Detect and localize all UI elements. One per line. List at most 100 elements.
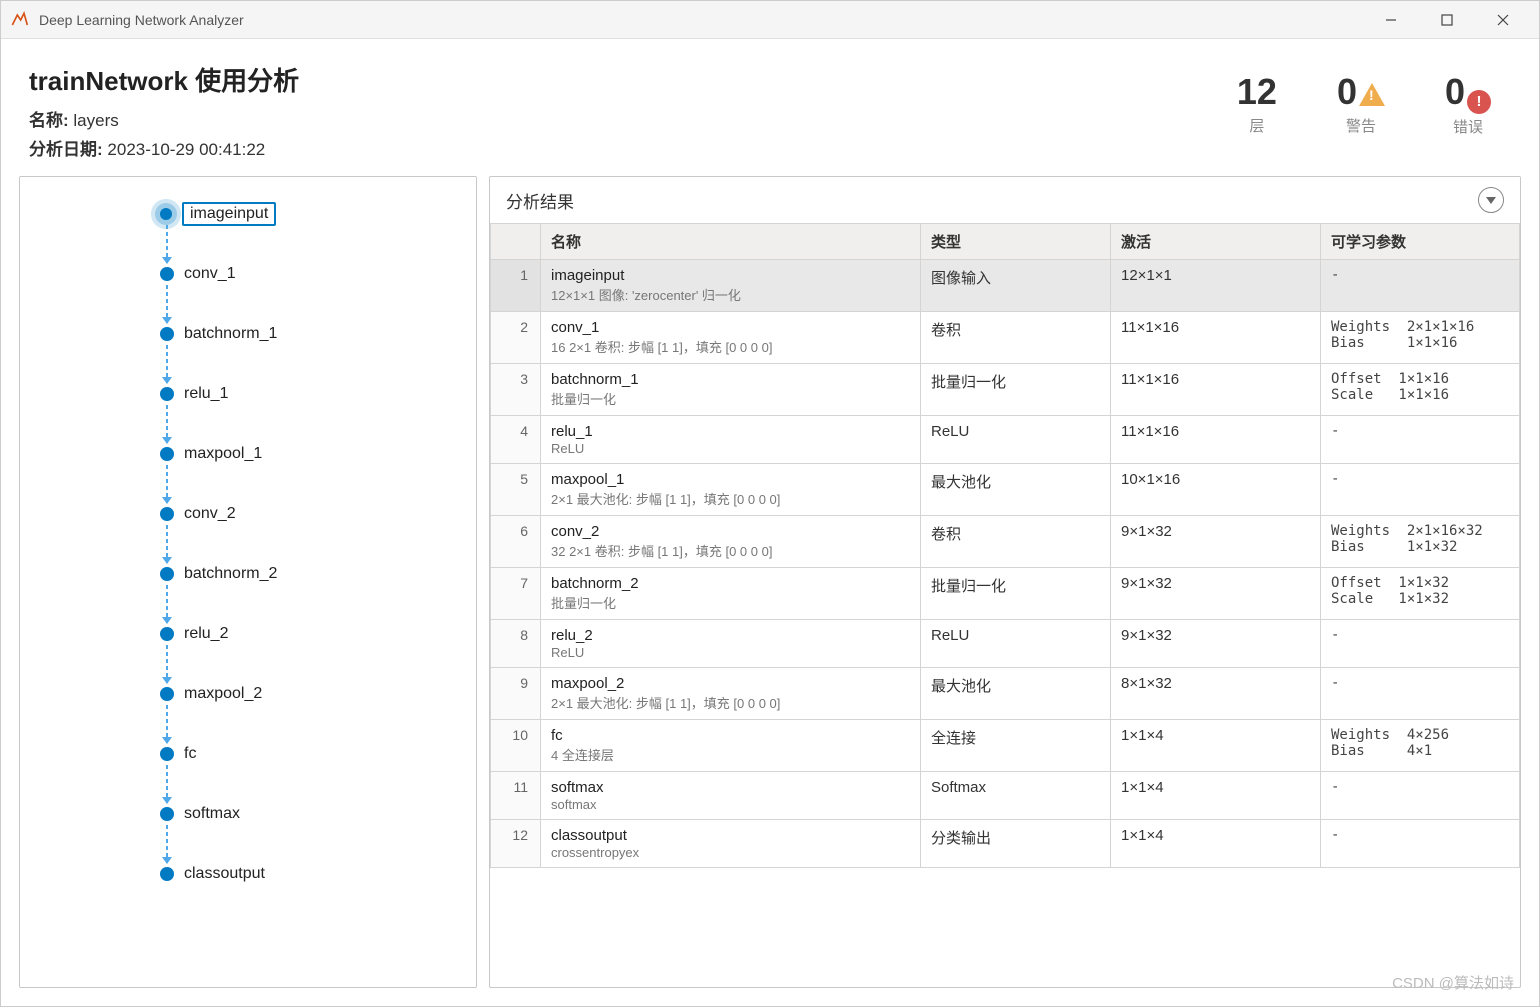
warning-icon — [1359, 83, 1385, 109]
dropdown-icon[interactable] — [1478, 187, 1504, 213]
layer-type: 分类输出 — [921, 820, 1111, 868]
node-label: relu_2 — [184, 625, 228, 643]
network-graph-panel[interactable]: imageinput conv_1 batchnorm_1 relu_1maxpool… — [19, 176, 477, 988]
node-label: fc — [184, 745, 196, 763]
layer-params: - — [1321, 620, 1520, 668]
row-index: 9 — [491, 668, 541, 720]
table-row[interactable]: 8relu_2ReLUReLU9×1×32- — [491, 620, 1520, 668]
watermark: CSDN @算法如诗 — [1392, 972, 1514, 993]
table-row[interactable]: 6conv_232 2×1 卷积: 步幅 [1 1]，填充 [0 0 0 0]卷… — [491, 516, 1520, 568]
layer-params: Weights 2×1×16×32 Bias 1×1×32 — [1321, 516, 1520, 568]
layer-params: Weights 2×1×1×16 Bias 1×1×16 — [1321, 312, 1520, 364]
titlebar: Deep Learning Network Analyzer — [1, 1, 1539, 39]
layer-params: Weights 4×256 Bias 4×1 — [1321, 720, 1520, 772]
layer-name: maxpool_1 — [551, 471, 910, 488]
graph-node-conv_2[interactable]: conv_2 — [160, 503, 236, 525]
node-dot-icon — [160, 807, 174, 821]
layer-name: maxpool_2 — [551, 675, 910, 692]
col-params[interactable]: 可学习参数 — [1321, 224, 1520, 260]
layer-name: softmax — [551, 779, 910, 796]
graph-node-softmax[interactable]: softmax — [160, 803, 240, 825]
layer-name: classoutput — [551, 827, 910, 844]
layer-name: batchnorm_2 — [551, 575, 910, 592]
matlab-logo-icon — [9, 10, 29, 30]
graph-node-maxpool_1[interactable]: maxpool_1 — [160, 443, 262, 465]
layer-type: 卷积 — [921, 312, 1111, 364]
layer-desc: softmax — [551, 797, 910, 812]
layer-desc: 12×1×1 图像: 'zerocenter' 归一化 — [551, 285, 910, 304]
node-dot-icon — [160, 747, 174, 761]
graph-node-batchnorm_2[interactable]: batchnorm_2 — [160, 563, 277, 585]
maximize-button[interactable] — [1419, 5, 1475, 35]
analysis-results-panel: 分析结果 名称 类型 激活 可学习参数 1imageinput12×1×1 图像… — [489, 176, 1521, 988]
layer-params: - — [1321, 416, 1520, 464]
stat-warnings: 0 警告 — [1337, 71, 1385, 137]
row-name-cell: classoutputcrossentropyex — [541, 820, 921, 868]
layer-type: 最大池化 — [921, 668, 1111, 720]
graph-node-relu_1[interactable]: relu_1 — [160, 383, 228, 405]
row-name-cell: fc4 全连接层 — [541, 720, 921, 772]
graph-node-classoutput[interactable]: classoutput — [160, 863, 265, 885]
node-dot-icon — [160, 507, 174, 521]
layer-activation: 11×1×16 — [1111, 312, 1321, 364]
summary-header: trainNetwork 使用分析 名称: layers 分析日期: 2023-… — [1, 39, 1539, 176]
col-index — [491, 224, 541, 260]
table-row[interactable]: 11softmaxsoftmaxSoftmax1×1×4- — [491, 772, 1520, 820]
graph-edge — [166, 225, 168, 263]
row-index: 11 — [491, 772, 541, 820]
node-label: classoutput — [184, 865, 265, 883]
layer-desc: 2×1 最大池化: 步幅 [1 1]，填充 [0 0 0 0] — [551, 693, 910, 712]
table-row[interactable]: 4relu_1ReLUReLU11×1×16- — [491, 416, 1520, 464]
layer-activation: 12×1×1 — [1111, 260, 1321, 312]
row-index: 5 — [491, 464, 541, 516]
layer-desc: 4 全连接层 — [551, 745, 910, 764]
layer-type: 图像输入 — [921, 260, 1111, 312]
node-label: imageinput — [182, 202, 276, 226]
node-dot-icon — [160, 687, 174, 701]
layer-name: batchnorm_1 — [551, 371, 910, 388]
table-row[interactable]: 7batchnorm_2批量归一化批量归一化9×1×32Offset 1×1×3… — [491, 568, 1520, 620]
row-name-cell: imageinput12×1×1 图像: 'zerocenter' 归一化 — [541, 260, 921, 312]
graph-edge — [166, 765, 168, 803]
graph-node-fc[interactable]: fc — [160, 743, 196, 765]
close-button[interactable] — [1475, 5, 1531, 35]
table-row[interactable]: 12classoutputcrossentropyex分类输出1×1×4- — [491, 820, 1520, 868]
col-activation[interactable]: 激活 — [1111, 224, 1321, 260]
layer-activation: 9×1×32 — [1111, 568, 1321, 620]
row-index: 3 — [491, 364, 541, 416]
graph-edge — [166, 405, 168, 443]
node-dot-icon — [160, 867, 174, 881]
layer-params: - — [1321, 668, 1520, 720]
graph-node-conv_1[interactable]: conv_1 — [160, 263, 236, 285]
row-index: 12 — [491, 820, 541, 868]
node-label: softmax — [184, 805, 240, 823]
table-row[interactable]: 2conv_116 2×1 卷积: 步幅 [1 1]，填充 [0 0 0 0]卷… — [491, 312, 1520, 364]
table-row[interactable]: 5maxpool_12×1 最大池化: 步幅 [1 1]，填充 [0 0 0 0… — [491, 464, 1520, 516]
node-label: relu_1 — [184, 385, 228, 403]
layer-type: ReLU — [921, 416, 1111, 464]
minimize-button[interactable] — [1363, 5, 1419, 35]
layer-activation: 10×1×16 — [1111, 464, 1321, 516]
col-name[interactable]: 名称 — [541, 224, 921, 260]
graph-node-relu_2[interactable]: relu_2 — [160, 623, 228, 645]
node-label: maxpool_2 — [184, 685, 262, 703]
node-label: batchnorm_1 — [184, 325, 277, 343]
layer-activation: 1×1×4 — [1111, 772, 1321, 820]
graph-node-imageinput[interactable]: imageinput — [160, 203, 276, 225]
table-row[interactable]: 3batchnorm_1批量归一化批量归一化11×1×16Offset 1×1×… — [491, 364, 1520, 416]
col-type[interactable]: 类型 — [921, 224, 1111, 260]
table-row[interactable]: 10fc4 全连接层全连接1×1×4Weights 4×256 Bias 4×1 — [491, 720, 1520, 772]
layer-name: conv_1 — [551, 319, 910, 336]
graph-node-batchnorm_1[interactable]: batchnorm_1 — [160, 323, 277, 345]
row-index: 1 — [491, 260, 541, 312]
layer-type: 批量归一化 — [921, 364, 1111, 416]
table-row[interactable]: 1imageinput12×1×1 图像: 'zerocenter' 归一化图像… — [491, 260, 1520, 312]
graph-edge — [166, 345, 168, 383]
graph-edge — [166, 825, 168, 863]
row-name-cell: softmaxsoftmax — [541, 772, 921, 820]
layer-desc: ReLU — [551, 645, 910, 660]
table-row[interactable]: 9 maxpool_22×1 最大池化: 步幅 [1 1]，填充 [0 0 0 0… — [491, 668, 1520, 720]
layer-activation: 9×1×32 — [1111, 516, 1321, 568]
results-table: 名称 类型 激活 可学习参数 1imageinput12×1×1 图像: 'ze… — [490, 223, 1520, 868]
graph-node-maxpool_2[interactable]: maxpool_2 — [160, 683, 262, 705]
